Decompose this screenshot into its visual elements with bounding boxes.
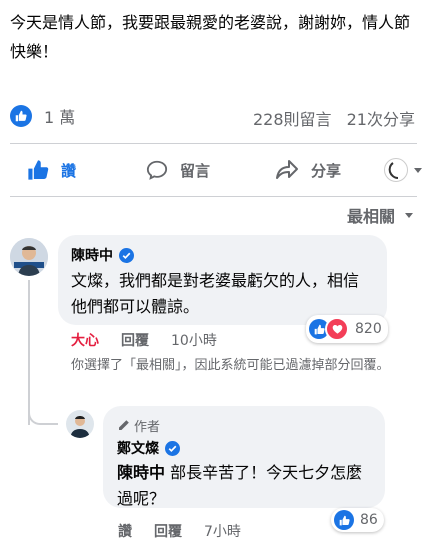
- comment-bubble-icon: [146, 159, 168, 181]
- divider: [10, 143, 417, 144]
- chevron-down-icon: [405, 213, 413, 218]
- pencil-icon: [119, 420, 129, 430]
- like-button[interactable]: 讚: [118, 521, 132, 541]
- share-arrow-icon: [275, 159, 299, 181]
- comment-time[interactable]: 10小時: [171, 330, 217, 350]
- verified-badge-icon: [165, 440, 180, 456]
- love-reaction-icon: [325, 317, 349, 341]
- thumbs-up-icon: [27, 159, 49, 181]
- comment-label: 留言: [180, 161, 211, 180]
- like-label: 讚: [61, 161, 77, 180]
- comments-count[interactable]: 228則留言: [253, 110, 332, 129]
- comment-meta: 大心 回覆 10小時: [71, 330, 239, 350]
- share-button[interactable]: 分享: [275, 150, 341, 190]
- author-badge: 作者: [117, 416, 160, 435]
- reply-reaction-count: 86: [360, 512, 378, 528]
- comment-bubble: 陳時中 文燦，我們都是對老婆最虧欠的人，相信他們都可以體諒。: [58, 235, 387, 325]
- shares-count[interactable]: 21次分享: [347, 110, 415, 129]
- mention-link[interactable]: 陳時中: [117, 463, 165, 482]
- reaction-count: 1 萬: [44, 108, 76, 127]
- reaction-as-selector[interactable]: [384, 158, 424, 182]
- love-react-button[interactable]: 大心: [71, 330, 99, 350]
- sort-selector[interactable]: 最相關: [347, 203, 415, 227]
- reply-time[interactable]: 7小時: [204, 521, 241, 541]
- page-avatar: [384, 158, 408, 182]
- comment-reaction-count: 820: [355, 321, 382, 337]
- like-button[interactable]: 讚: [27, 150, 76, 190]
- avatar[interactable]: [66, 410, 94, 438]
- share-label: 分享: [311, 161, 342, 180]
- thread-connector: [28, 395, 58, 425]
- reaction-summary[interactable]: 1 萬: [10, 104, 75, 128]
- like-reaction-icon: [334, 510, 354, 530]
- post-stats: 228則留言 21次分享: [243, 106, 415, 130]
- comment-reactions[interactable]: 820: [306, 315, 388, 343]
- reply-reactions[interactable]: 86: [331, 508, 384, 532]
- reply-text: 陳時中 部長辛苦了！今天七夕怎麼過呢？: [117, 460, 375, 512]
- sort-label: 最相關: [346, 207, 395, 226]
- reply-button[interactable]: 回覆: [121, 330, 149, 350]
- like-reaction-icon: [10, 105, 32, 127]
- comment-button[interactable]: 留言: [146, 150, 210, 190]
- comment-author[interactable]: 陳時中: [71, 245, 134, 265]
- post-text: 今天是情人節，我要跟最親愛的老婆說，謝謝妳，情人節快樂！: [10, 13, 411, 61]
- chevron-down-icon: [414, 168, 422, 173]
- filter-notice: 你選擇了「最相關」，因此系統可能已過濾掉部分回覆。: [71, 358, 390, 373]
- verified-badge-icon: [119, 247, 134, 263]
- reply-button[interactable]: 回覆: [154, 521, 182, 541]
- reply-meta: 讚 回覆 7小時: [118, 521, 263, 541]
- reply-author[interactable]: 鄭文燦: [117, 438, 180, 458]
- avatar[interactable]: [10, 238, 48, 276]
- reply-bubble: 作者 鄭文燦 陳時中 部長辛苦了！今天七夕怎麼過呢？: [103, 406, 385, 508]
- divider: [10, 196, 417, 197]
- comment-text: 文燦，我們都是對老婆最虧欠的人，相信他們都可以體諒。: [71, 271, 360, 316]
